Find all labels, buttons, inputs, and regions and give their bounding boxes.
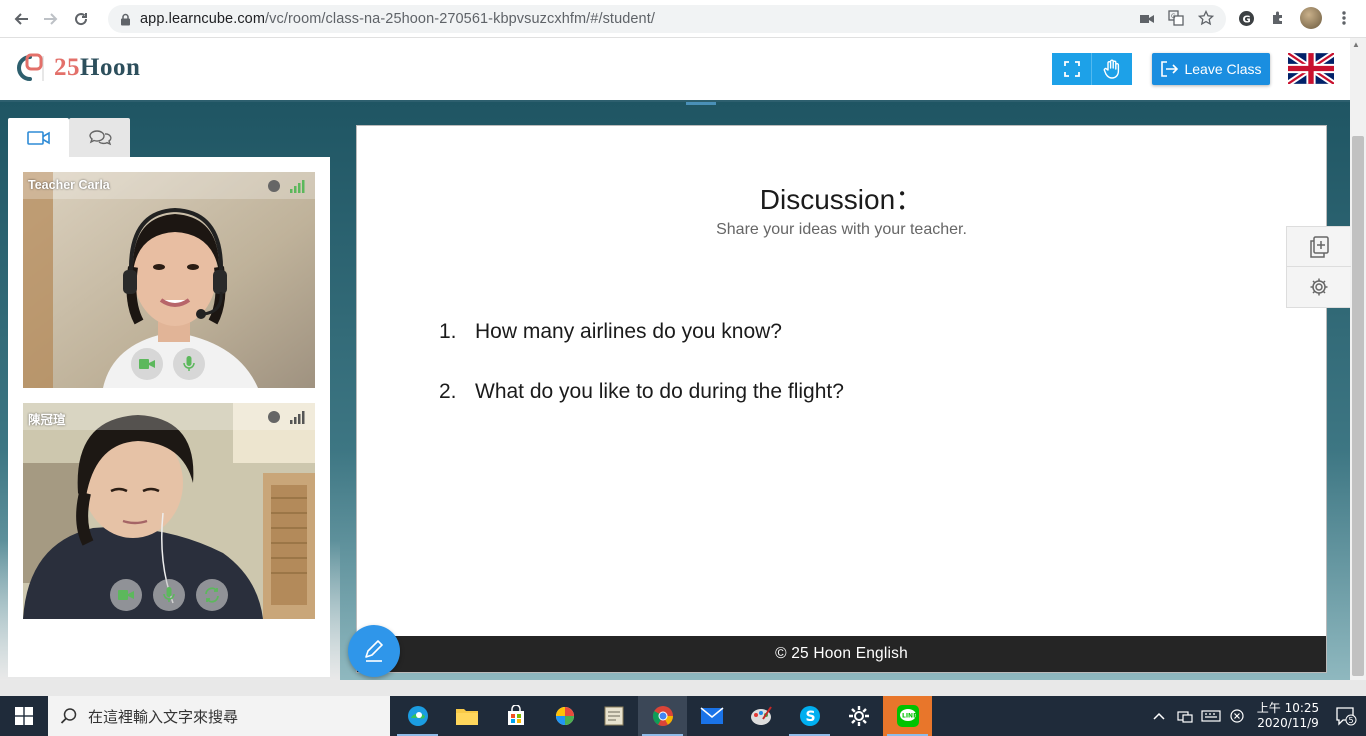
reload-icon[interactable] (66, 4, 96, 34)
taskbar-settings-icon[interactable] (834, 696, 883, 736)
camera-icon (139, 359, 155, 369)
camera-icon (118, 590, 134, 600)
scroll-up-arrow-icon[interactable]: ▲ (1352, 40, 1360, 49)
tab-video[interactable] (8, 118, 69, 158)
taskbar-edge-icon[interactable] (393, 696, 442, 736)
leave-class-label: Leave Class (1184, 61, 1262, 77)
slide-title: Discussion： (759, 184, 924, 215)
tray-volume-muted-icon[interactable] (1224, 696, 1250, 736)
taskbar-line-icon[interactable]: LINE (883, 696, 932, 736)
tab-chat[interactable] (69, 118, 130, 158)
notification-center-icon[interactable]: 5 (1326, 696, 1366, 736)
raise-hand-button[interactable] (1092, 53, 1132, 85)
profile-avatar[interactable] (1300, 7, 1322, 29)
list-item: 2. What do you like to do during the flig… (439, 380, 844, 403)
logo-number: 25 (54, 54, 80, 81)
camera-toggle-button[interactable] (131, 348, 163, 380)
taskbar-store-icon[interactable] (491, 696, 540, 736)
tray-network-icon[interactable] (1172, 696, 1198, 736)
windows-taskbar: 在這裡輸入文字來搜尋 S LINE 上午 10:25 2020/11/9 5 (0, 696, 1366, 736)
logo-mark-icon (14, 53, 44, 83)
forward-arrow-icon[interactable] (36, 4, 66, 34)
camera-icon[interactable] (1140, 11, 1154, 27)
fullscreen-button[interactable] (1052, 53, 1092, 85)
participant-name: Teacher Carla (28, 178, 110, 192)
slide-indicator (686, 102, 716, 105)
taskbar-clock[interactable]: 上午 10:25 2020/11/9 (1250, 701, 1326, 731)
scroll-thumb[interactable] (1352, 136, 1364, 676)
lock-icon (118, 12, 132, 26)
slide-tools (1286, 226, 1351, 308)
back-arrow-icon[interactable] (6, 4, 36, 34)
svg-text:LINE: LINE (902, 713, 917, 720)
tray-keyboard-icon[interactable] (1198, 696, 1224, 736)
switch-camera-button[interactable] (196, 579, 228, 611)
video-panel: Teacher Carla 陳冠瑄 (8, 157, 330, 677)
taskbar-app-icon[interactable] (540, 696, 589, 736)
taskbar-mail-icon[interactable] (687, 696, 736, 736)
browser-toolbar: app.learncube.com/vc/room/class-na-25hoo… (0, 0, 1366, 38)
taskbar-notes-icon[interactable] (589, 696, 638, 736)
windows-start-icon[interactable] (0, 696, 48, 736)
mic-toggle-button[interactable] (153, 579, 185, 611)
taskbar-search-input[interactable]: 在這裡輸入文字來搜尋 (48, 696, 390, 736)
more-menu-icon[interactable] (1334, 8, 1354, 28)
participant-name: 陳冠瑄 (28, 413, 66, 427)
fullscreen-icon (1063, 61, 1080, 77)
status-dot (268, 411, 280, 423)
uk-flag-icon[interactable] (1286, 50, 1336, 87)
pen-icon (365, 640, 383, 662)
signal-strength-icon (290, 411, 305, 424)
tray-chevron-up-icon[interactable] (1146, 696, 1172, 736)
taskbar-paint-icon[interactable] (736, 696, 785, 736)
extension-grammarly-icon[interactable]: G (1236, 8, 1256, 28)
slide-footer: © 25 Hoon English (357, 636, 1326, 672)
taskbar-skype-icon[interactable]: S (785, 696, 834, 736)
camera-toggle-button[interactable] (110, 579, 142, 611)
copy-add-icon (1310, 235, 1329, 258)
url-text: app.learncube.com/vc/room/class-na-25hoo… (140, 11, 655, 27)
slide-subtitle: Share your ideas with your teacher. (716, 221, 967, 238)
mic-toggle-button[interactable] (173, 348, 205, 380)
exit-icon (1161, 61, 1179, 77)
chat-bubbles-icon (88, 130, 112, 146)
annotate-pen-button[interactable] (348, 625, 400, 677)
svg-text:5: 5 (1349, 716, 1354, 725)
search-icon (60, 708, 77, 724)
app-header: 25Hoon Leave Class (0, 38, 1366, 102)
signal-strength-icon (290, 180, 305, 193)
video-feed-student: 陳冠瑄 (23, 403, 315, 619)
address-bar[interactable]: app.learncube.com/vc/room/class-na-25hoo… (108, 5, 1226, 33)
video-feed-teacher: Teacher Carla (23, 172, 315, 388)
microphone-icon (183, 356, 195, 371)
gear-icon (1310, 278, 1328, 296)
video-camera-icon (26, 131, 50, 145)
svg-text:G: G (1242, 14, 1250, 25)
svg-text:S: S (805, 709, 815, 725)
taskbar-file-explorer-icon[interactable] (442, 696, 491, 736)
refresh-icon (205, 587, 219, 603)
hand-icon (1103, 59, 1120, 79)
star-icon[interactable] (1197, 9, 1215, 29)
svg-text:G: G (1171, 13, 1176, 20)
settings-button[interactable] (1287, 267, 1351, 307)
microphone-icon (163, 587, 175, 602)
puzzle-extensions-icon[interactable] (1268, 8, 1288, 28)
logo-word: Hoon (80, 54, 141, 81)
add-slide-button[interactable] (1287, 227, 1351, 267)
brand-logo: 25Hoon (14, 53, 140, 83)
presentation-slide[interactable]: Discussion： Share your ideas with your t… (356, 125, 1327, 673)
translate-icon[interactable]: G (1168, 9, 1184, 29)
list-item: 1. How many airlines do you know? (439, 320, 782, 343)
taskbar-chrome-icon[interactable] (638, 696, 687, 736)
leave-class-button[interactable]: Leave Class (1152, 53, 1270, 85)
teacher-video-image (23, 172, 315, 388)
status-dot (268, 180, 280, 192)
